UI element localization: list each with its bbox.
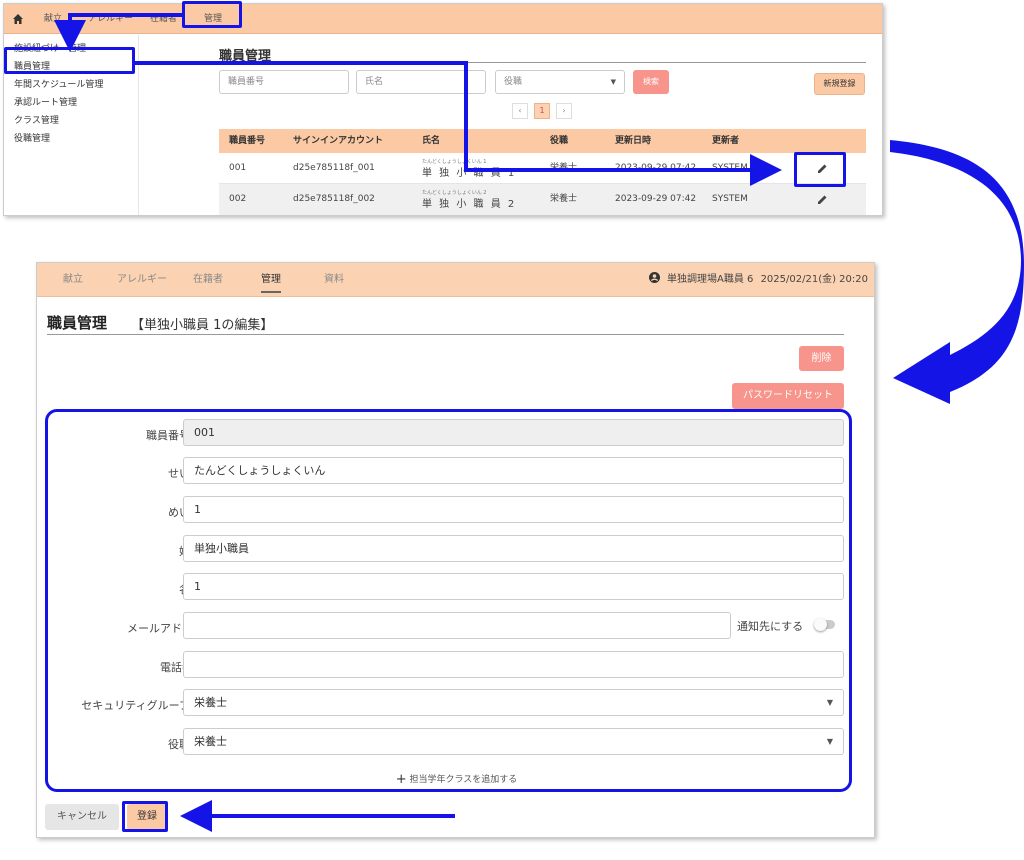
password-reset-button[interactable]: パスワードリセット — [732, 383, 844, 409]
cell-role: 栄養士 — [550, 163, 578, 173]
name-text: 単 独 小 職 員 2 — [422, 199, 517, 210]
cell-updated-by: SYSTEM — [712, 163, 748, 173]
pagination-current[interactable]: 1 — [534, 103, 550, 119]
pagination-prev[interactable]: ‹ — [512, 103, 528, 119]
cell-account: d25e785118f_001 — [293, 163, 375, 173]
edit-subtitle: 【単独小職員 1の編集】 — [131, 318, 274, 333]
highlight-admin-tab — [182, 1, 242, 28]
tab-menu[interactable]: 献立 — [63, 263, 83, 297]
col-updated: 更新日時 — [615, 136, 652, 146]
edit-pencil-icon[interactable] — [817, 194, 828, 205]
big-curved-arrow — [890, 140, 1024, 404]
name-input[interactable]: 氏名 — [356, 70, 486, 94]
role-select[interactable]: 役職 ▼ — [495, 70, 625, 94]
col-updated-by: 更新者 — [712, 136, 740, 146]
col-role: 役職 — [550, 136, 569, 146]
staff-no-input[interactable]: 職員番号 — [219, 70, 349, 94]
delete-button[interactable]: 削除 — [799, 346, 844, 371]
sidebar-item-role[interactable]: 役職管理 — [14, 131, 50, 144]
name-text: 単 独 小 職 員 1 — [422, 168, 517, 179]
cell-updated: 2023-09-29 07:42 — [615, 163, 697, 173]
sidebar-item-approval[interactable]: 承認ルート管理 — [14, 95, 77, 108]
top-nav-bar: 献立 アレルギー 在籍者 管理 — [4, 4, 882, 34]
user-info[interactable]: 単独調理場A職員 6 2025/02/21(金) 20:20 — [648, 263, 868, 297]
tab-admin[interactable]: 管理 — [261, 263, 281, 293]
new-register-button[interactable]: 新規登録 — [814, 73, 865, 95]
cell-account: d25e785118f_002 — [293, 194, 375, 204]
tab-allergy[interactable]: アレルギー — [88, 4, 133, 34]
cell-staff-no: 002 — [229, 194, 247, 204]
top-screenshot: 献立 アレルギー 在籍者 管理 施設紐づけ 管理 職員管理 年間スケジュール管理… — [3, 3, 883, 216]
role-select-value: 役職 — [504, 77, 523, 87]
cell-role: 栄養士 — [550, 194, 578, 204]
table-header: 職員番号 サインインアカウント 氏名 役職 更新日時 更新者 — [219, 129, 866, 153]
tab-enrollee[interactable]: 在籍者 — [193, 263, 223, 297]
tab-enrollee[interactable]: 在籍者 — [150, 4, 177, 34]
page-title: 職員管理 — [47, 314, 108, 332]
col-name: 氏名 — [422, 136, 441, 146]
highlight-form — [45, 409, 852, 792]
current-datetime: 2025/02/21(金) 20:20 — [760, 274, 868, 285]
cell-staff-no: 001 — [229, 163, 247, 173]
highlight-staff-menu — [4, 47, 135, 74]
cancel-button[interactable]: キャンセル — [45, 804, 119, 830]
highlight-edit-icon — [794, 152, 846, 187]
tab-menu[interactable]: 献立 — [44, 4, 62, 34]
tab-allergy[interactable]: アレルギー — [117, 263, 167, 297]
home-icon[interactable] — [12, 13, 24, 25]
cell-updated: 2023-09-29 07:42 — [615, 194, 697, 204]
table-row[interactable]: 001 d25e785118f_001 たんどくしょうしょくいん 1 単 独 小… — [219, 153, 866, 184]
pagination-next[interactable]: › — [556, 103, 572, 119]
sidebar-item-schedule[interactable]: 年間スケジュール管理 — [14, 77, 103, 90]
user-name: 単独調理場A職員 6 — [666, 274, 754, 285]
chevron-down-icon: ▼ — [610, 78, 616, 86]
title-divider — [219, 62, 866, 63]
search-button[interactable]: 検索 — [633, 70, 669, 94]
highlight-save-button — [122, 801, 168, 832]
tab-materials[interactable]: 資料 — [324, 263, 344, 297]
col-staff-no: 職員番号 — [229, 136, 266, 146]
cell-name: たんどくしょうしょくいん 1 単 独 小 職 員 1 — [422, 153, 542, 184]
table-row[interactable]: 002 d25e785118f_002 たんどくしょうしょくいん 2 単 独 小… — [219, 184, 866, 215]
account-circle-icon — [648, 272, 660, 283]
title-divider — [47, 334, 844, 335]
nav-bar: 献立 アレルギー 在籍者 管理 資料 単独調理場A職員 6 2025/02/21… — [37, 263, 874, 297]
cell-name: たんどくしょうしょくいん 2 単 独 小 職 員 2 — [422, 184, 542, 215]
sidebar-item-class[interactable]: クラス管理 — [14, 113, 59, 126]
col-account: サインインアカウント — [293, 136, 384, 146]
cell-updated-by: SYSTEM — [712, 194, 748, 204]
